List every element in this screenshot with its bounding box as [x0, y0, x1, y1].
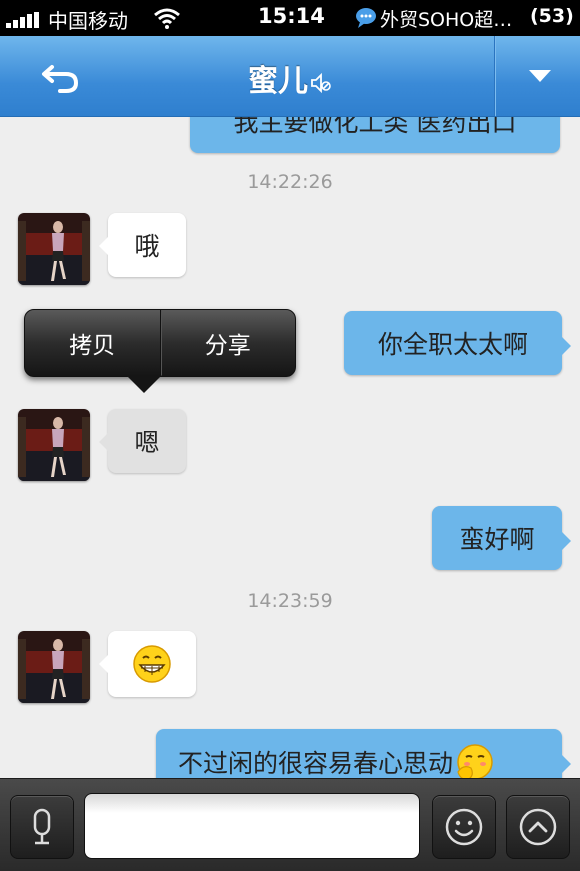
input-bar	[0, 778, 580, 871]
wifi-icon	[154, 8, 180, 29]
context-menu-pointer	[126, 375, 162, 393]
carrier-name: 中国移动	[48, 9, 128, 33]
message-bubble-incoming[interactable]	[99, 631, 196, 697]
signal-strength-icon	[6, 12, 42, 28]
message-text: 蛮好啊	[459, 525, 535, 554]
contact-name: 蜜儿	[248, 64, 308, 99]
avatar-image	[18, 631, 90, 703]
message-text: 我主要做化工类 医药出口	[233, 117, 517, 137]
microphone-icon	[33, 808, 51, 845]
chat-title: 蜜儿	[0, 56, 580, 100]
voice-button[interactable]	[10, 795, 74, 859]
avatar-image	[18, 409, 90, 481]
message-text: 你全职太太啊	[377, 330, 528, 359]
message-bubble-outgoing[interactable]: 你全职太太啊	[344, 311, 571, 375]
emoji-button[interactable]	[432, 795, 496, 859]
share-menu-item[interactable]: 分享	[161, 310, 296, 376]
dropdown-triangle-icon	[529, 70, 551, 82]
shy-emoji-icon	[457, 744, 493, 778]
notification-text: 外贸SOHO超…	[380, 9, 513, 31]
nav-divider	[494, 36, 495, 116]
timestamp: 14:23:59	[247, 590, 333, 612]
contact-avatar[interactable]	[18, 409, 90, 481]
message-text: 不过闲的很容易春心思动	[178, 749, 454, 778]
mute-icon	[311, 72, 331, 93]
nav-bar: 蜜儿	[0, 36, 580, 117]
message-bubble-outgoing[interactable]: 蛮好啊	[432, 506, 571, 570]
menu-dropdown-button[interactable]	[500, 36, 580, 116]
more-options-button[interactable]	[506, 795, 570, 859]
message-bubble-outgoing[interactable]: 我主要做化工类 医药出口	[190, 117, 560, 153]
smiley-icon	[445, 808, 483, 846]
message-text: 哦	[134, 232, 160, 261]
chat-bubble-icon	[356, 8, 376, 28]
message-context-menu: 拷贝 分享	[24, 309, 296, 377]
contact-avatar[interactable]	[18, 631, 90, 703]
chevron-up-icon	[519, 808, 557, 846]
contact-avatar[interactable]	[18, 213, 90, 285]
message-text: 嗯	[134, 428, 160, 457]
copy-menu-item[interactable]: 拷贝	[25, 310, 160, 376]
chat-messages[interactable]: 我主要做化工类 医药出口 14:22:26 哦 你全职太太啊 拷贝 分享 嗯 蛮…	[0, 117, 580, 778]
grin-emoji-icon	[133, 645, 171, 683]
clock: 15:14	[258, 4, 325, 28]
status-bar: 中国移动 15:14 外贸SOHO超… (53)	[0, 0, 580, 36]
timestamp: 14:22:26	[247, 171, 333, 193]
message-bubble-incoming[interactable]: 哦	[99, 213, 186, 277]
message-bubble-incoming-selected[interactable]: 嗯	[99, 409, 186, 473]
notification-count: (53)	[530, 5, 574, 27]
message-bubble-outgoing[interactable]: 不过闲的很容易春心思动	[156, 729, 571, 778]
message-input[interactable]	[84, 793, 420, 859]
avatar-image	[18, 213, 90, 285]
